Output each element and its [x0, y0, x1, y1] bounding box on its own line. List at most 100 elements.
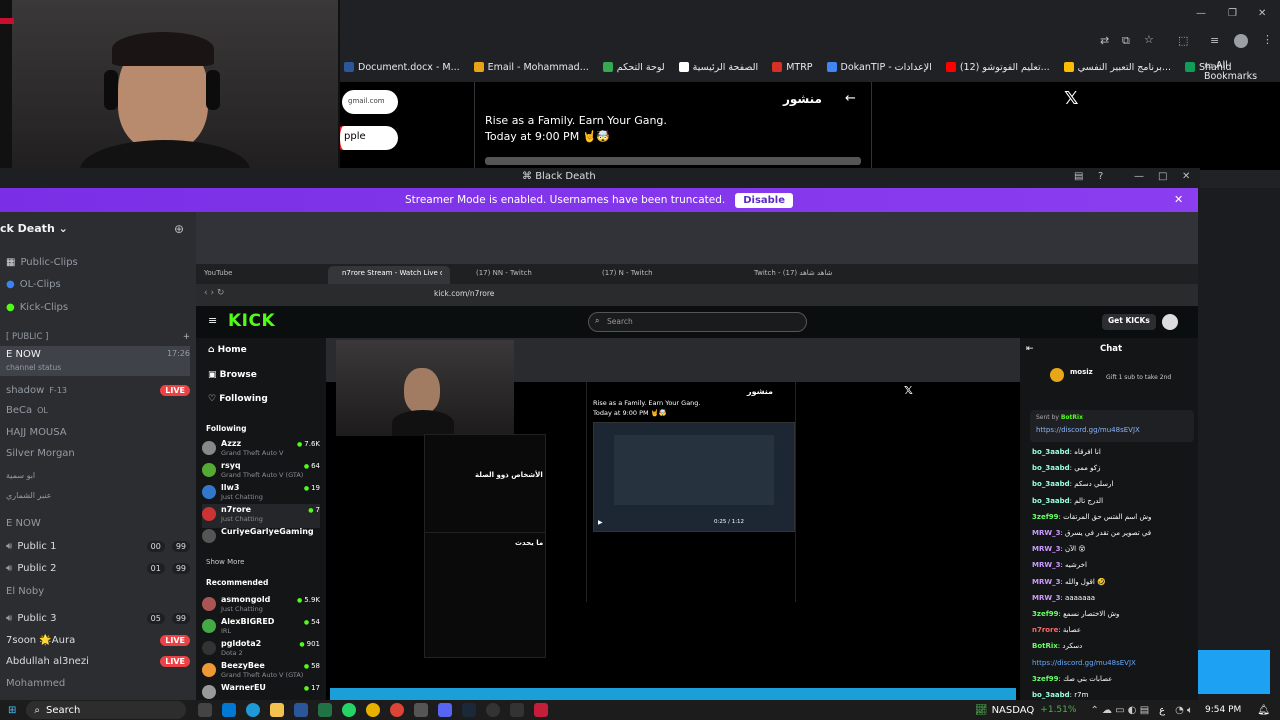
member-mohammed[interactable]: Mohammed — [0, 673, 190, 693]
bookmark-item[interactable]: Email - Mohammad... — [473, 62, 589, 73]
all-bookmarks[interactable]: ▭ All Bookmarks — [1204, 60, 1280, 82]
app-icon[interactable] — [414, 703, 429, 717]
voice-public-3[interactable]: 🔊︎ Public 3 05 99 — [0, 608, 190, 628]
extensions-icon[interactable]: ⬚ — [1178, 34, 1188, 47]
chat-message[interactable]: MRW_3: الآن 😵 — [1032, 545, 1192, 553]
stream-tab-twitch-3[interactable]: Twitch - (17) شاهد شاهد — [754, 269, 832, 277]
app2-icon[interactable] — [510, 703, 525, 717]
voice-public-1[interactable]: 🔊︎ Public 1 00 99 — [0, 536, 190, 556]
chat-message[interactable]: MRW_3: اخرشيه — [1032, 561, 1192, 569]
kick-logo[interactable]: KICK — [228, 311, 275, 331]
bookmark-item[interactable]: Document.docx - M... — [344, 62, 460, 73]
member-silver-morgan[interactable]: Silver Morgan — [0, 443, 190, 463]
chat-message[interactable]: n7rore: عصابة — [1032, 626, 1192, 634]
google-account-chip[interactable]: gmail.com — [342, 90, 398, 114]
close-banner-icon[interactable]: ✕ — [1174, 193, 1183, 206]
collapse-chat-icon[interactable]: ⇤ — [1026, 344, 1034, 354]
bookmark-item[interactable]: الصفحة الرئيسية — [678, 62, 758, 73]
minimize-icon[interactable]: — — [1134, 171, 1144, 182]
kick-channel-item[interactable]: asmongoldJust Chatting5.9K — [202, 594, 320, 618]
member-4[interactable]: ابو سمية — [0, 465, 190, 485]
chat-message[interactable]: MRW_3: aaaaaaa — [1032, 594, 1192, 602]
kick-channel-item[interactable]: llw3Just Chatting19 — [202, 482, 320, 506]
member-5[interactable]: عنبر الشماري — [0, 485, 190, 505]
channel-now-active[interactable]: E NOW 17:26 channel status — [0, 346, 190, 376]
inbox-icon[interactable]: ▤ — [1074, 171, 1083, 182]
back-arrow-icon[interactable]: ← — [845, 91, 856, 106]
discord-icon[interactable] — [438, 703, 453, 717]
show-more[interactable]: Show More — [206, 558, 244, 566]
chat-message[interactable]: bo_3aabd: r7m — [1032, 691, 1192, 699]
kick-search-input[interactable]: ⌕ Search — [588, 312, 807, 332]
apple-signin-button[interactable]: pple — [332, 126, 398, 150]
clock[interactable]: 9:54 PM — [1205, 705, 1241, 715]
nav-browse[interactable]: ▣ Browse — [208, 370, 257, 380]
close-icon[interactable]: ✕ — [1258, 8, 1266, 19]
play-icon[interactable]: ▶ — [598, 519, 603, 526]
tray-icons[interactable]: ⌃ ☁ ▭ ◐ ▤ — [1090, 705, 1149, 716]
kick-channel-item[interactable]: n7roreJust Chatting7 — [202, 504, 320, 528]
start-icon[interactable]: ⊞ — [8, 705, 16, 716]
obs-icon[interactable] — [486, 703, 501, 717]
channel-kick-clips[interactable]: ● Kick-Clips — [0, 297, 190, 317]
stream-tab-active[interactable]: n7rore Stream - Watch Live on K — [328, 266, 450, 284]
chat-message[interactable]: MRW_3: في تصوير من تقدر في يسرق — [1032, 529, 1192, 537]
outlook-icon[interactable] — [222, 703, 237, 717]
bookmark-item[interactable]: DokanTIP - الإعدادات — [826, 62, 932, 73]
explorer-icon[interactable] — [270, 703, 285, 717]
chat-message[interactable]: 3zef99: عصابات بتي صك — [1032, 675, 1192, 683]
stream-tab-twitch-2[interactable]: (17) N - Twitch — [602, 269, 653, 277]
word-icon[interactable] — [294, 703, 309, 717]
app3-icon[interactable] — [534, 703, 549, 717]
hamburger-icon[interactable]: ≡ — [208, 314, 217, 327]
norton-icon[interactable] — [366, 703, 381, 717]
steam-icon[interactable] — [462, 703, 477, 717]
whatsapp-icon[interactable] — [342, 703, 357, 717]
chat-message[interactable]: MRW_3: اقول والله 🤣 — [1032, 578, 1192, 586]
chat-message[interactable]: bo_3aabd: انا افرقاه — [1032, 448, 1192, 456]
kick-avatar[interactable] — [1162, 314, 1178, 330]
member-hajj-mousa[interactable]: HAJJ MOUSA — [0, 422, 190, 442]
voice-public-2[interactable]: 🔊︎ Public 2 01 99 — [0, 558, 190, 578]
member-abdullah[interactable]: Abdullah al3nezi LIVE — [0, 651, 190, 671]
profile-avatar[interactable] — [1234, 34, 1248, 48]
channel-ol-clips[interactable]: ● OL-Clips — [0, 274, 190, 294]
share-icon[interactable]: ⧉ — [1122, 34, 1130, 48]
member-beca[interactable]: BeCa OL — [0, 400, 190, 420]
close-icon[interactable]: ✕ — [1182, 171, 1190, 182]
translate-icon[interactable]: ⇄ — [1100, 34, 1109, 47]
taskbar-search[interactable]: ⌕ Search — [26, 701, 187, 719]
bookmark-item[interactable]: (12) تعليم الفوتوشو... — [945, 62, 1050, 73]
excel-icon[interactable] — [318, 703, 333, 717]
kick-channel-item[interactable]: rsyqGrand Theft Auto V (GTA)64 — [202, 460, 320, 484]
stream-tab-twitch-1[interactable]: (17) NN - Twitch — [476, 269, 532, 277]
bookmark-item[interactable]: MTRP — [772, 62, 813, 73]
media-icon[interactable]: ≡ — [1210, 34, 1219, 47]
notification-icon[interactable]: 🔔︎ — [1257, 705, 1270, 716]
kick-channel-item[interactable]: BeezyBeeGrand Theft Auto V (GTA)58 — [202, 660, 320, 684]
disable-streamer-mode-button[interactable]: Disable — [735, 192, 794, 208]
kick-video-player[interactable]: منشور Rise as a Family. Earn Your Gang. … — [326, 338, 1020, 700]
add-channel-icon[interactable]: + — [183, 332, 190, 342]
menu-kebab-icon[interactable]: ⋮ — [1262, 33, 1273, 46]
member-el-noby[interactable]: El Noby — [0, 581, 190, 601]
chat-message[interactable]: 3zef99: وش الاختصار نسمع — [1032, 610, 1192, 618]
kick-channel-item[interactable]: pgldota2Dota 2901 — [202, 638, 320, 662]
restore-icon[interactable]: ❐ — [1228, 8, 1237, 19]
member-shadow[interactable]: shadow F-13 LIVE — [0, 380, 190, 400]
server-name[interactable]: ck Death ⌄ — [0, 222, 68, 235]
chat-message[interactable]: bo_3aabd: زكو ممي — [1032, 464, 1192, 472]
category-now[interactable]: E NOW — [0, 513, 190, 533]
category-public[interactable]: [ PUBLIC ] + — [0, 327, 190, 347]
nav-following[interactable]: ♡ Following — [208, 394, 268, 404]
chat-message[interactable]: 3zef99: وش اسم الفتس حق المرتقات — [1032, 513, 1192, 521]
bookmark-item[interactable]: لوحة التحكم — [602, 62, 665, 73]
chrome-icon[interactable] — [390, 703, 405, 717]
member-7soon[interactable]: 7soon 🌟Aura LIVE — [0, 630, 190, 650]
tweet-media[interactable] — [485, 157, 861, 165]
kick-channel-item[interactable]: CuriyeGarlyeGaming — [202, 526, 320, 550]
stream-url[interactable]: kick.com/n7rore — [434, 289, 494, 298]
nested-video[interactable]: ▶ 0:25 / 1:12 — [593, 422, 795, 532]
add-member-icon[interactable]: ⊕ — [174, 222, 184, 236]
chat-message[interactable]: BotRix: دسكرد — [1032, 642, 1192, 650]
